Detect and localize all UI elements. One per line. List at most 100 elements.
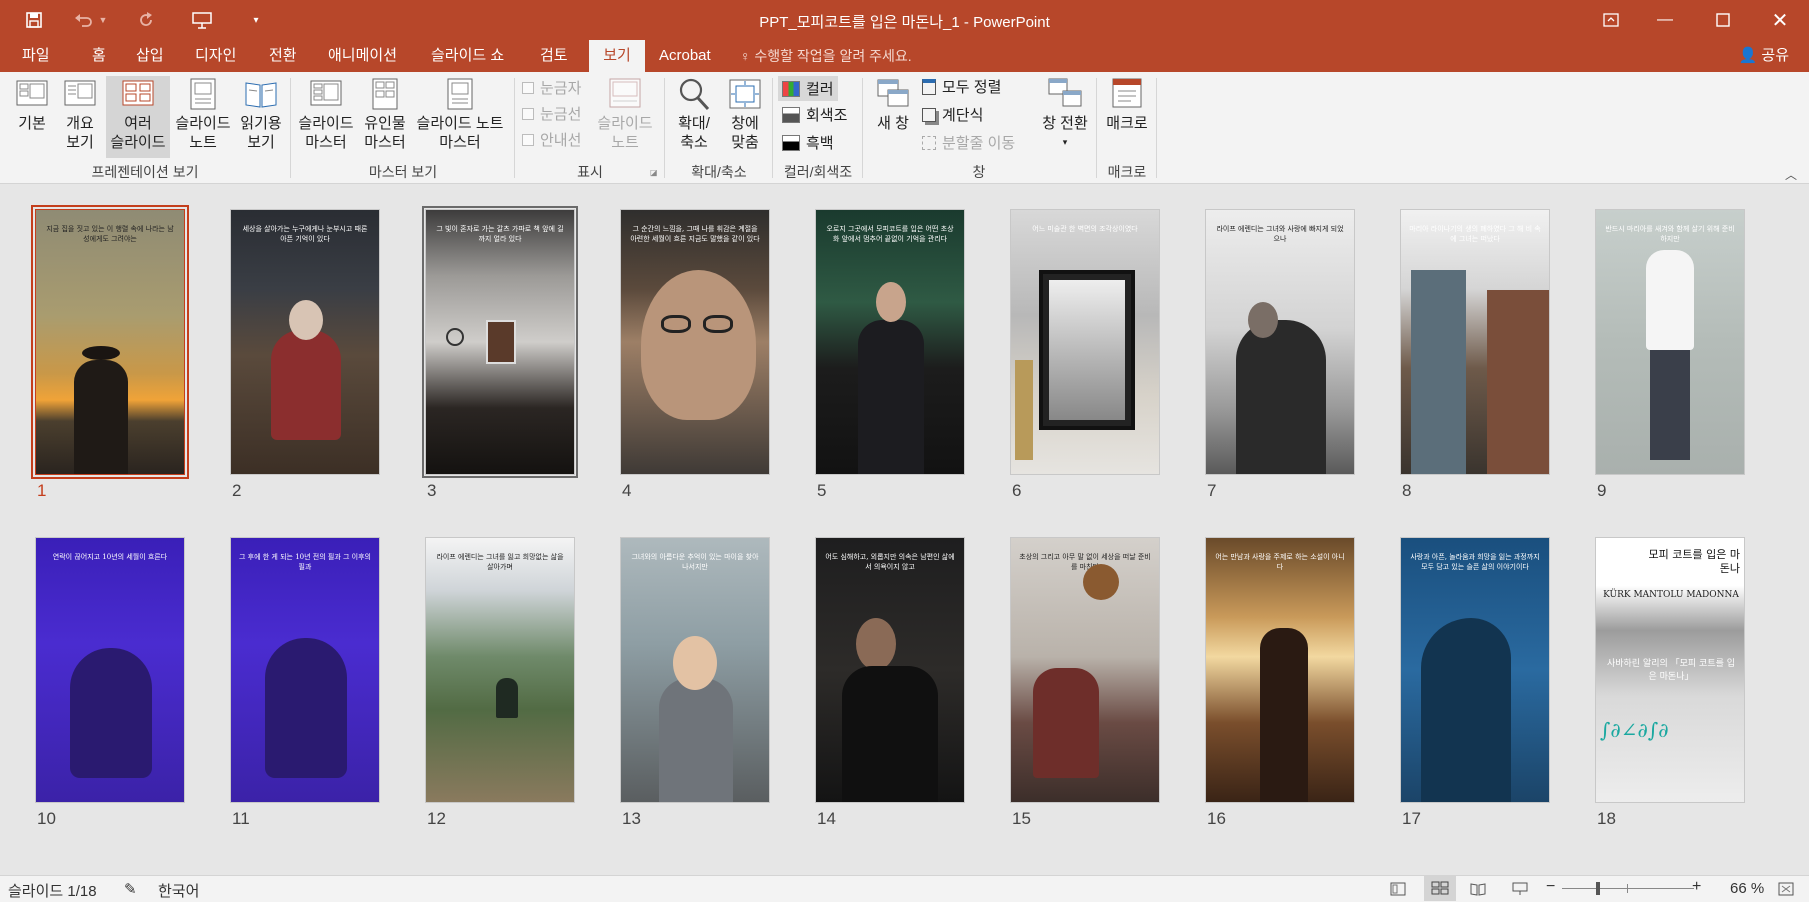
tab-review[interactable]: 검토 <box>530 40 578 72</box>
new-window-button[interactable]: 새 창 <box>868 76 918 133</box>
slide-sorter-status-icon[interactable] <box>1424 876 1456 901</box>
slide-thumbnail[interactable]: 그 후에 한 게 되는 10년 전의 필과 그 이후의 필과 <box>230 537 380 803</box>
tab-design[interactable]: 디자인 <box>185 40 246 72</box>
switch-windows-button[interactable]: 창 전환 ▾ <box>1036 76 1094 152</box>
normal-view-button[interactable]: 기본 <box>12 76 52 133</box>
tab-slideshow[interactable]: 슬라이드 쇼 <box>421 40 514 72</box>
collapse-ribbon-icon[interactable]: ︿ <box>1785 166 1797 183</box>
close-icon[interactable]: ✕ <box>1755 0 1805 40</box>
move-split-button[interactable]: 분할줄 이동 <box>922 132 1015 153</box>
tab-acrobat[interactable]: Acrobat <box>649 40 721 72</box>
portrait-image-shape <box>1049 280 1125 420</box>
gridlines-checkbox[interactable]: 눈금선 <box>522 103 581 124</box>
group-divider <box>664 78 665 178</box>
notes-master-button[interactable]: 슬라이드 노트 마스터 <box>410 76 510 152</box>
notes-page-button[interactable]: 슬라이드 노트 <box>172 76 234 152</box>
slide-thumbnail[interactable]: 그녀와의 아름다운 추억이 있는 마이을 찾아 나서지만 <box>620 537 770 803</box>
language-indicator[interactable]: 한국어 <box>158 880 199 901</box>
zoom-in-button[interactable]: + <box>1692 878 1701 896</box>
slide-thumbnail[interactable]: 라이프 에렌디는 그녀를 잃고 희망없는 삶을 살아가며 <box>425 537 575 803</box>
notes-page-icon <box>190 78 216 110</box>
tab-home[interactable]: 홈 <box>82 40 116 72</box>
slide-master-icon <box>310 80 342 106</box>
zoom-slider-thumb[interactable] <box>1596 882 1600 895</box>
ruler-checkbox[interactable]: 눈금자 <box>522 77 581 98</box>
maximize-icon[interactable] <box>1698 0 1748 40</box>
handout-master-button[interactable]: 유인물 마스터 <box>360 76 410 152</box>
head-shape <box>1248 302 1278 338</box>
zoom-out-button[interactable]: − <box>1546 878 1555 896</box>
slide-sorter-button[interactable]: 여러 슬라이드 <box>106 76 170 158</box>
slide-number: 13 <box>622 809 641 828</box>
slide-number: 8 <box>1402 481 1412 500</box>
slide-thumbnail[interactable]: 지금 집을 짓고 있는 이 행렬 속에 나라는 남성에게도 그려야는 <box>31 205 189 479</box>
accessibility-icon[interactable]: ✎ <box>124 880 137 898</box>
macros-button[interactable]: 매크로 <box>1102 76 1152 133</box>
slide-sorter-area: 지금 집을 짓고 있는 이 행렬 속에 나라는 남성에게도 그려야는 1 세상을… <box>0 185 1809 875</box>
group-label-presentation-views: 프레젠테이션 보기 <box>91 164 199 180</box>
color-swatch-icon <box>782 80 800 97</box>
building-shape <box>1411 270 1466 474</box>
slide-thumbnail[interactable]: 라이프 에렌디는 그녀와 사랑에 빠지게 되었으나 <box>1205 209 1355 475</box>
slide-master-button[interactable]: 슬라이드 마스터 <box>294 76 358 152</box>
minimize-icon[interactable]: — <box>1640 0 1690 40</box>
slide-thumbnail[interactable]: 사랑과 아픈, 놀라움과 희망을 잃는 과정까지 모두 담고 있는 슬픈 삶의 … <box>1400 537 1550 803</box>
tab-view[interactable]: 보기 <box>589 40 645 72</box>
notes-master-icon <box>447 78 473 110</box>
share-button[interactable]: 👤 공유 <box>1739 40 1789 72</box>
slide-thumbnail[interactable]: 어도 심해하고, 외롭지만 의속은 남편인 삶에서 의욕이지 않고 <box>815 537 965 803</box>
slide-thumbnail[interactable]: 그 순간의 느낌을, 그때 나를 휘감은 계절을 아련한 세월이 흐른 지금도 … <box>620 209 770 475</box>
ribbon-display-options-icon[interactable] <box>1586 0 1636 40</box>
fit-slide-status-icon[interactable] <box>1778 882 1794 900</box>
slide-thumbnail[interactable]: 초상의 그리고 아무 말 없이 세상을 떠날 준비를 마친다 <box>1010 537 1160 803</box>
crouching-figure-shape <box>70 648 152 778</box>
fit-to-window-icon <box>729 79 761 109</box>
painting-shape <box>486 320 516 364</box>
slide-thumbnail[interactable]: 어는 만남과 사랑을 주제로 하는 소설이 아니다 <box>1205 537 1355 803</box>
zoom-slider-track[interactable] <box>1562 888 1694 889</box>
slide-thumbnail[interactable]: 모피 코트를 입은 마돈나 KÜRK MANTOLU MADONNA 사바하린 … <box>1595 537 1745 803</box>
group-divider <box>290 78 291 178</box>
show-dialog-launcher-icon[interactable]: ◪ <box>650 168 658 177</box>
reading-view-status-icon[interactable] <box>1470 882 1486 900</box>
notes-toggle-icon <box>609 78 641 108</box>
cascade-button[interactable]: 계단식 <box>922 104 983 125</box>
slide-thumbnail[interactable]: 세상을 살아가는 누구에게나 눈부시고 때론 아픈 기억이 있다 <box>230 209 380 475</box>
group-divider <box>772 78 773 178</box>
reading-view-button[interactable]: 읽기용 보기 <box>236 76 286 152</box>
tab-transitions[interactable]: 전환 <box>259 40 307 72</box>
head-shape <box>876 282 906 322</box>
notes-toggle-button[interactable]: 슬라이드 노트 <box>592 76 658 152</box>
zoom-level[interactable]: 66 % <box>1730 880 1764 897</box>
fit-to-window-button[interactable]: 창에 맞춤 <box>722 76 768 152</box>
arrange-all-button[interactable]: 모두 정렬 <box>922 76 1001 97</box>
slideshow-status-icon[interactable] <box>1512 882 1528 900</box>
grayscale-button[interactable]: 회색조 <box>782 104 847 125</box>
outline-view-button[interactable]: 개요 보기 <box>58 76 102 152</box>
cover-subtitle: 사바하린 알리의 「모피 코트를 입은 마돈나」 <box>1606 659 1736 682</box>
slide-thumbnail[interactable]: 반드시 마리아를 새겨와 함께 살기 위해 준비하지만 <box>1595 209 1745 475</box>
magnifier-icon <box>679 78 710 111</box>
guides-checkbox[interactable]: 안내선 <box>522 129 581 150</box>
slide-number: 2 <box>232 481 242 500</box>
slide-thumbnail[interactable]: 마리아 라이나기의 생의 폐하였다 그 해 비 속에 그녀는 떠났다 <box>1400 209 1550 475</box>
tab-insert[interactable]: 삽입 <box>126 40 174 72</box>
normal-view-status-icon[interactable] <box>1390 882 1406 900</box>
cover-original-title: KÜRK MANTOLU MADONNA <box>1603 590 1739 600</box>
head-shape <box>856 618 896 670</box>
color-button[interactable]: 컬러 <box>778 76 838 101</box>
face-shape <box>641 270 756 420</box>
gold-panel-shape <box>1015 360 1033 460</box>
slide-thumbnail[interactable]: 그 빛이 혼자로 가는 갈츠 가파로 책 앞에 길까지 얼라 있다 <box>422 206 578 478</box>
body-shape <box>842 666 938 802</box>
tab-animations[interactable]: 애니메이션 <box>318 40 407 72</box>
zoom-button[interactable]: 확대/ 축소 <box>670 76 718 152</box>
slide-thumbnail[interactable]: 어느 미술관 한 벽면의 조각상이였다 <box>1010 209 1160 475</box>
tab-file[interactable]: 파일 <box>12 40 60 72</box>
slide-thumbnail[interactable]: 오로지 그곳에서 모피코트를 입은 어떤 초상화 앞에서 멈추어 끝없이 기억을… <box>815 209 965 475</box>
black-white-button[interactable]: 흑백 <box>782 132 834 153</box>
tell-me-search[interactable]: ♀ 수행할 작업을 알려 주세요. <box>740 40 912 72</box>
slide-thumbnail[interactable]: 연락이 끊어지고 10년의 세월이 흐른다 <box>35 537 185 803</box>
handout-master-icon <box>372 78 398 110</box>
group-label-color: 컬러/회색조 <box>783 164 853 180</box>
